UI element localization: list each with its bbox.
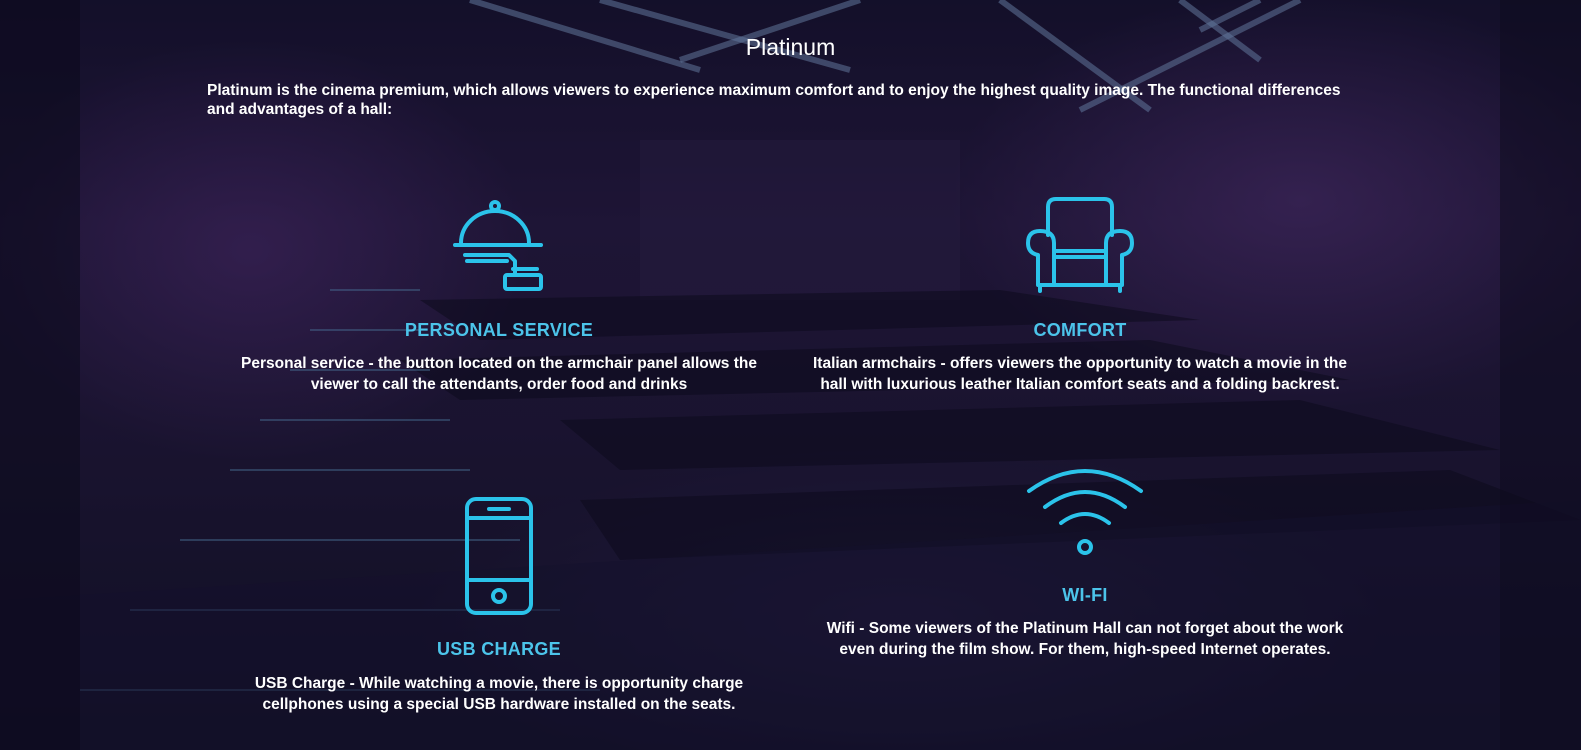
feature-usb-charge: USB CHARGE USB Charge - While watching a… [225, 493, 773, 723]
wifi-icon [1025, 465, 1145, 565]
feature-name: WI-FI [1062, 585, 1108, 605]
armchair-icon [1024, 195, 1136, 300]
cloche-icon [451, 199, 547, 300]
feature-name: COMFORT [1033, 320, 1127, 340]
smartphone-icon [462, 496, 536, 621]
feature-description: USB Charge - While watching a movie, the… [254, 675, 744, 713]
platinum-hero: Platinum Platinum is the cinema premium,… [0, 0, 1581, 750]
content: Platinum Platinum is the cinema premium,… [0, 0, 1581, 750]
feature-name: USB CHARGE [436, 639, 561, 659]
feature-description: Personal service - the button located on… [241, 355, 757, 393]
feature-personal-service: PERSONAL SERVICE Personal service - the … [225, 195, 773, 415]
page-title: Platinum [745, 34, 836, 60]
feature-description: Italian armchairs - offers viewers the o… [812, 355, 1347, 393]
feature-comfort: COMFORT Italian armchairs - offers viewe… [805, 195, 1355, 425]
intro-text: Platinum is the cinema premium, which al… [207, 82, 1341, 118]
feature-wi-fi: WI-FI Wifi - Some viewers of the Platinu… [810, 465, 1360, 695]
feature-name: PERSONAL SERVICE [404, 320, 594, 340]
feature-description: Wifi - Some viewers of the Platinum Hall… [826, 620, 1344, 658]
